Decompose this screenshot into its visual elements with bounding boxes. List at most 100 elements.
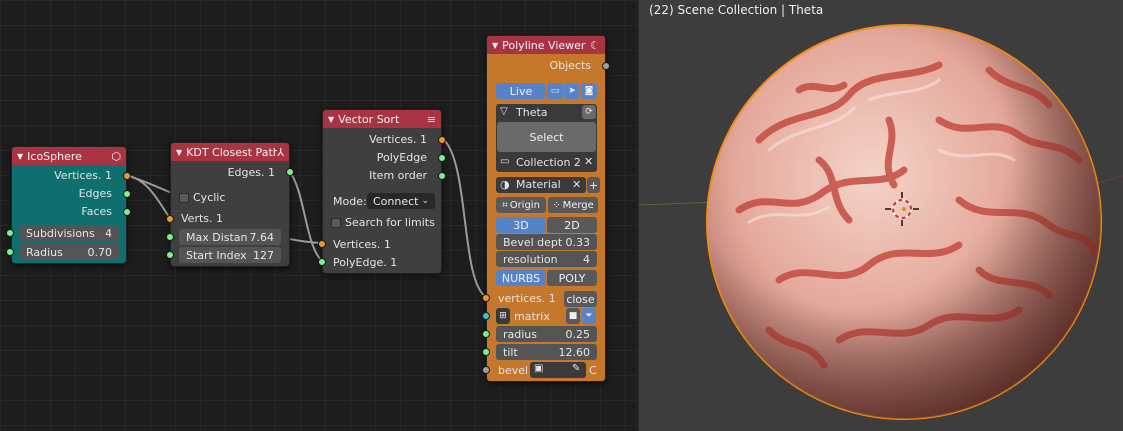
viewport-scene: [639, 24, 1123, 420]
origin-button[interactable]: ⌗ Origin: [496, 197, 546, 213]
bevel-object-field[interactable]: ▣ ✎: [530, 362, 586, 378]
clear-material-icon[interactable]: ✕: [572, 178, 581, 191]
node-title: Polyline Viewer: [502, 38, 586, 52]
wire-ico-to-kdt: [125, 174, 171, 219]
input-vertices: Vertices. 1: [333, 238, 391, 251]
vector-sort-header[interactable]: ▼ Vector Sort ≡: [323, 110, 441, 128]
eyedropper-icon[interactable]: ✎: [572, 363, 580, 374]
input-polyedge: PolyEdge. 1: [333, 256, 398, 269]
sphere-icon: ⬡: [111, 149, 121, 163]
camera-icon[interactable]: ◙: [581, 83, 597, 99]
icosphere-header[interactable]: ▼ IcoSphere ⬡: [12, 147, 126, 165]
socket-matrix-in[interactable]: [482, 312, 490, 320]
socket-vertices-in[interactable]: [318, 240, 326, 248]
vertices-input-label: vertices. 1: [498, 292, 556, 305]
polyline-viewer-header[interactable]: ▼ Polyline Viewer ☾: [487, 36, 605, 54]
object-square-icon: ▣: [534, 363, 544, 374]
socket-item-order-out[interactable]: [438, 172, 446, 180]
max-distance-field[interactable]: Max Distan 7.64: [179, 229, 281, 245]
collapse-triangle-icon[interactable]: ▼: [176, 148, 182, 157]
viewport-title: (22) Scene Collection | Theta: [649, 3, 824, 17]
radius-field[interactable]: Radius 0.70: [19, 244, 119, 260]
socket-vertices-out[interactable]: [438, 136, 446, 144]
material-slot[interactable]: ◑ Material ✕: [496, 177, 586, 193]
collapse-triangle-icon[interactable]: ▼: [328, 115, 334, 124]
socket-tilt-in[interactable]: [482, 348, 490, 356]
collection-name: Collection 2: [516, 156, 581, 169]
cyclic-checkbox[interactable]: [179, 193, 189, 203]
socket-edges[interactable]: [123, 190, 131, 198]
search-limits-checkbox[interactable]: [331, 218, 341, 228]
chevron-down-icon: ⌄: [421, 196, 429, 206]
material-sphere-icon: ◑: [500, 178, 510, 191]
merge-icon: ⁘: [552, 199, 561, 211]
output-polyedge: PolyEdge: [376, 151, 427, 164]
socket-faces[interactable]: [123, 208, 131, 216]
close-icon[interactable]: ✕: [584, 155, 593, 168]
origin-icon: ⌗: [502, 199, 508, 211]
object-name: Theta: [516, 106, 548, 119]
socket-vertices-in[interactable]: [482, 294, 490, 302]
sync-icon[interactable]: ⟳: [582, 105, 596, 119]
polyline-viewer-node[interactable]: ▼ Polyline Viewer ☾ Objects Live ▭ ➤ ◙ ▽…: [482, 35, 610, 382]
resolution-field[interactable]: resolution 4: [496, 251, 597, 267]
object-triangle-icon: ▽: [500, 106, 508, 117]
output-edges: Edges. 1: [227, 166, 275, 179]
cursor-arrow-icon[interactable]: ➤: [564, 83, 580, 99]
node-editor[interactable]: ▼ IcoSphere ⬡ Vertices. 1 Edges Faces Su…: [0, 0, 637, 431]
subdivisions-field[interactable]: Subdivisions 4: [19, 225, 119, 241]
matrix-square-icon[interactable]: ■: [566, 308, 580, 324]
kdt-header[interactable]: ▼ KDT Closest Path ⅄: [171, 143, 289, 161]
nurbs-toggle[interactable]: NURBS: [496, 270, 546, 286]
socket-start-index[interactable]: [166, 251, 174, 259]
select-button[interactable]: Select: [497, 122, 596, 152]
socket-verts[interactable]: [166, 215, 174, 223]
path-icon: ⅄: [277, 145, 284, 159]
3d-viewport[interactable]: (22) Scene Collection | Theta: [637, 0, 1123, 431]
collapse-triangle-icon[interactable]: ▼: [17, 152, 23, 161]
live-toggle[interactable]: Live: [496, 83, 546, 99]
socket-radius-in[interactable]: [482, 330, 490, 338]
node-title: KDT Closest Path: [186, 145, 278, 159]
start-index-field[interactable]: Start Index 127: [179, 247, 281, 263]
poly-toggle[interactable]: POLY: [547, 270, 597, 286]
socket-vertices[interactable]: [123, 172, 131, 180]
output-vertices: Vertices. 1: [54, 169, 112, 182]
merge-button[interactable]: ⁘ Merge: [548, 197, 598, 213]
funnel-icon[interactable]: ⏷: [582, 308, 596, 324]
wire-kdt-to-vsort: [288, 170, 323, 262]
socket-radius[interactable]: [6, 248, 14, 256]
object-panel: ▽ Theta ⟳ Select ▭ Collection 2 ✕: [496, 104, 597, 172]
close-toggle[interactable]: close: [564, 291, 597, 307]
output-faces: Faces: [81, 205, 112, 218]
mode-3d-toggle[interactable]: 3D: [496, 217, 546, 233]
socket-objects-out[interactable]: [602, 62, 610, 70]
socket-bevel-in[interactable]: [482, 366, 490, 374]
socket-edges-out[interactable]: [286, 168, 294, 176]
collection-icon: ▭: [500, 156, 510, 167]
mode-label: Mode:: [333, 195, 367, 208]
add-material-icon[interactable]: +: [587, 177, 600, 193]
vector-sort-node[interactable]: ▼ Vector Sort ≡ Vertices. 1 PolyEdge Ite…: [318, 109, 446, 274]
node-title: IcoSphere: [27, 149, 82, 163]
matrix-icon: ⊞: [496, 308, 510, 324]
kdt-closest-path-node[interactable]: ▼ KDT Closest Path ⅄ Edges. 1 Cyclic Ver…: [166, 142, 294, 267]
refresh-moon-icon: ☾: [590, 38, 600, 52]
radius-field[interactable]: radius 0.25: [496, 326, 597, 342]
tilt-field[interactable]: tilt 12.60: [496, 344, 597, 360]
node-title: Vector Sort: [338, 112, 400, 126]
mode-select[interactable]: Connect ⌄: [367, 193, 435, 209]
socket-polyedge-in[interactable]: [318, 258, 326, 266]
icosphere-node[interactable]: ▼ IcoSphere ⬡ Vertices. 1 Edges Faces Su…: [6, 146, 131, 264]
socket-polyedge-out[interactable]: [438, 154, 446, 162]
mode-2d-toggle[interactable]: 2D: [547, 217, 597, 233]
verts-input-label: Verts. 1: [181, 212, 223, 225]
collapse-triangle-icon[interactable]: ▼: [492, 41, 498, 50]
socket-max-distance[interactable]: [166, 233, 174, 241]
matrix-label: matrix: [514, 310, 550, 323]
bevel-depth-field[interactable]: Bevel dept 0.33: [496, 234, 597, 250]
wire-vsort-to-viewer: [441, 137, 487, 298]
search-limits-label: Search for limits: [345, 216, 435, 229]
socket-subdivisions[interactable]: [6, 229, 14, 237]
monitor-icon[interactable]: ▭: [547, 83, 563, 99]
